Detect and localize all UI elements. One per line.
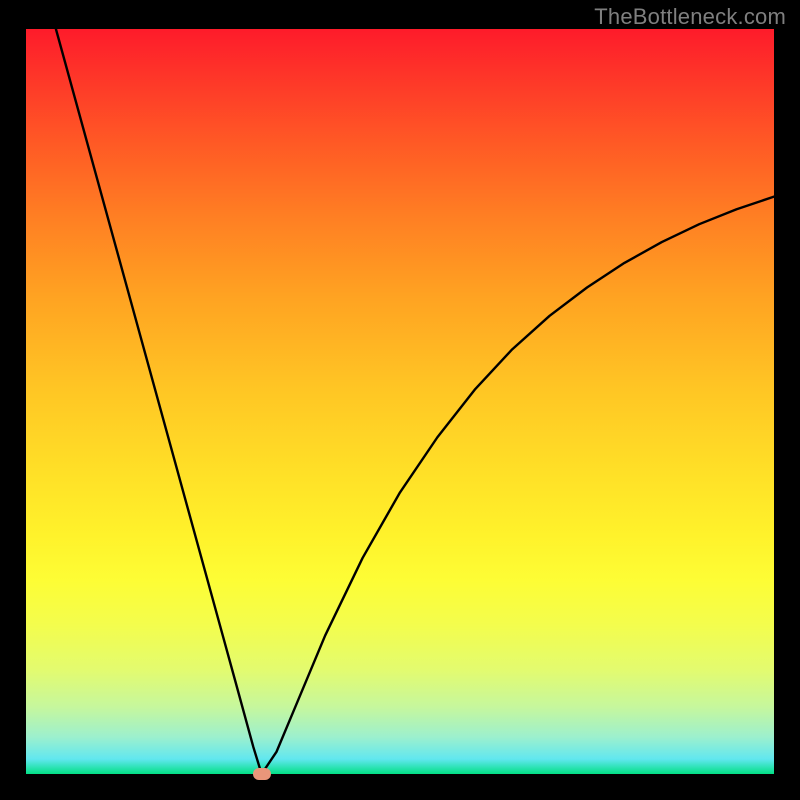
curve-layer bbox=[26, 29, 774, 774]
optimal-point-marker bbox=[253, 768, 271, 780]
plot-area bbox=[26, 29, 774, 774]
bottleneck-curve bbox=[56, 29, 774, 774]
chart-root: TheBottleneck.com bbox=[0, 0, 800, 800]
watermark-text: TheBottleneck.com bbox=[594, 4, 786, 30]
